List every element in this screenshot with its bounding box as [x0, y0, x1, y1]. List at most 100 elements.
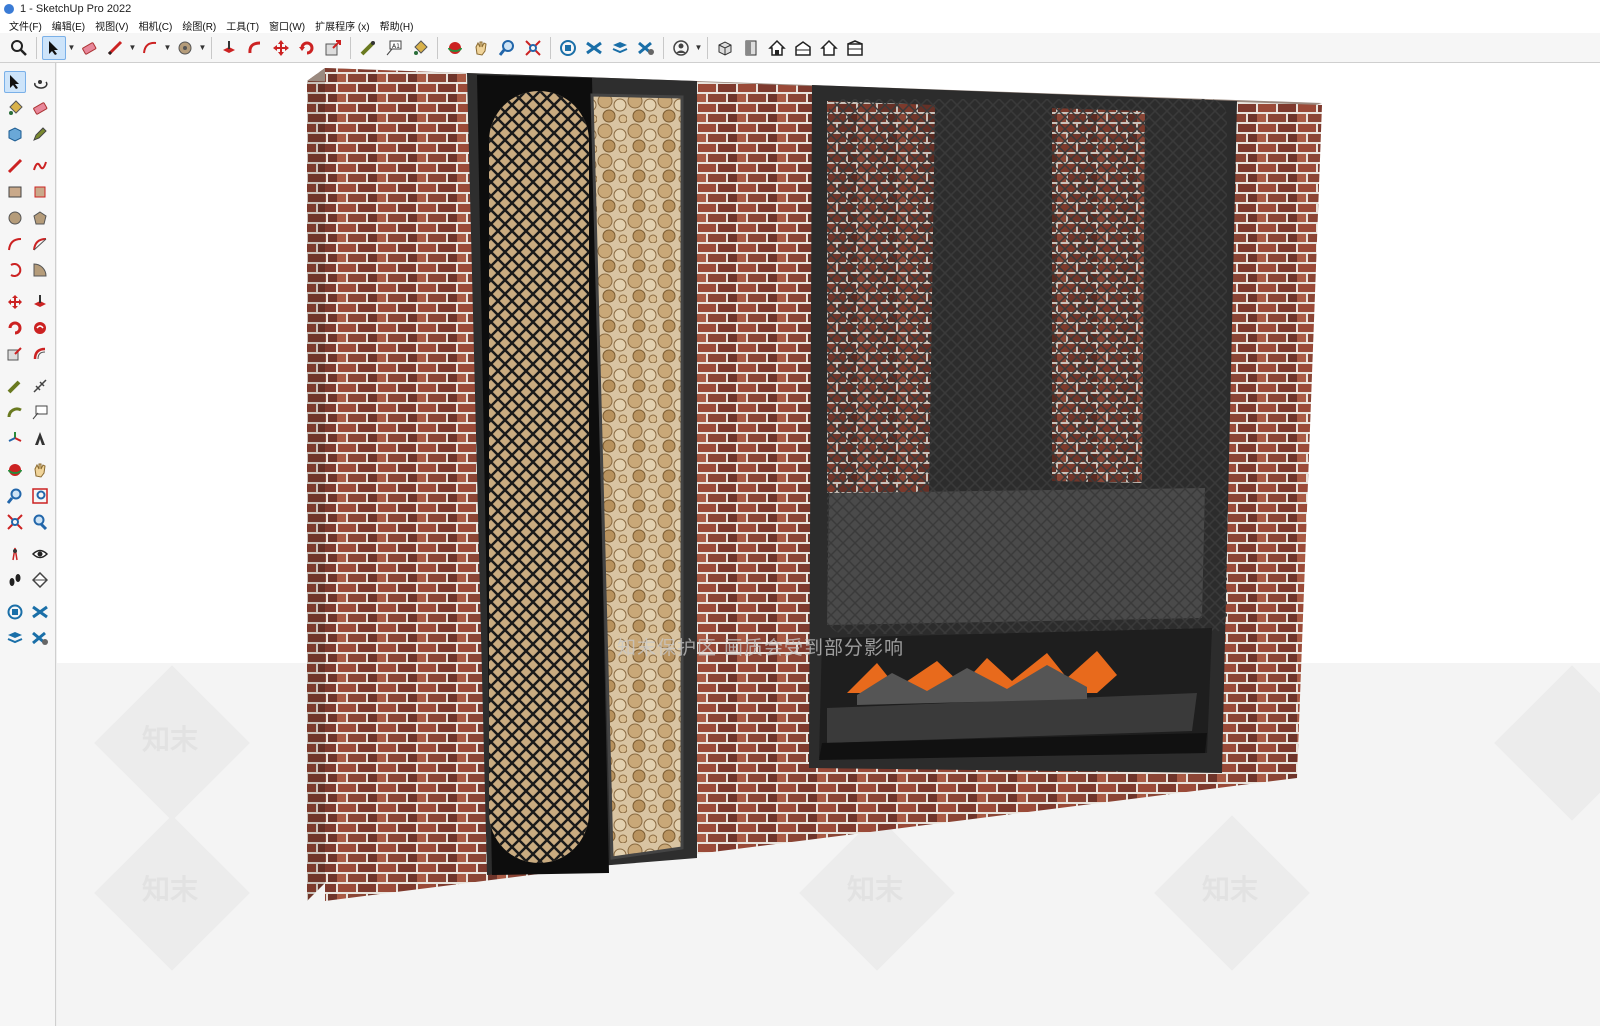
circle-icon[interactable]	[173, 36, 197, 60]
menu-camera[interactable]: 相机(C)	[133, 18, 177, 33]
polygon-icon[interactable]	[29, 207, 51, 229]
axes-icon[interactable]	[4, 427, 26, 449]
eraser-icon[interactable]	[29, 97, 51, 119]
zoom-extents-icon[interactable]	[521, 36, 545, 60]
arc-icon[interactable]	[4, 233, 26, 255]
paint-icon[interactable]	[408, 36, 432, 60]
extension-manager-icon[interactable]	[29, 627, 51, 649]
extension-manager-icon[interactable]	[634, 36, 658, 60]
menu-window[interactable]: 窗口(W)	[264, 18, 310, 33]
previous-view-icon[interactable]	[29, 511, 51, 533]
position-camera-icon[interactable]	[4, 543, 26, 565]
toolbar-separator	[550, 36, 551, 59]
arc-dropdown-icon[interactable]: ▼	[163, 36, 172, 60]
followme-icon[interactable]	[29, 317, 51, 339]
extension-warehouse-icon[interactable]	[29, 601, 51, 623]
menu-file[interactable]: 文件(F)	[4, 18, 47, 33]
toolbar-separator	[350, 36, 351, 59]
offset-icon[interactable]	[29, 343, 51, 365]
orbit-icon[interactable]	[443, 36, 467, 60]
menu-bar: 文件(F) 编辑(E) 视图(V) 相机(C) 绘图(R) 工具(T) 窗口(W…	[0, 17, 1600, 33]
toolbar-separator	[707, 36, 708, 59]
lookaround-icon[interactable]	[29, 543, 51, 565]
top-view-icon[interactable]	[739, 36, 763, 60]
menu-help[interactable]: 帮助(H)	[375, 18, 419, 33]
warehouse-icon[interactable]	[4, 601, 26, 623]
section-plane-icon[interactable]	[29, 569, 51, 591]
arc2-icon[interactable]	[29, 233, 51, 255]
back-view-icon[interactable]	[817, 36, 841, 60]
menu-extensions[interactable]: 扩展程序 (x)	[310, 18, 374, 33]
3dtext-icon[interactable]	[29, 427, 51, 449]
zoom-window-icon[interactable]	[29, 485, 51, 507]
pencil-dropdown-icon[interactable]: ▼	[128, 36, 137, 60]
paint-icon[interactable]	[4, 97, 26, 119]
profile-dropdown-icon[interactable]: ▼	[694, 36, 703, 60]
select-icon[interactable]	[4, 71, 26, 93]
scale-icon[interactable]	[321, 36, 345, 60]
component-icon[interactable]	[4, 123, 26, 145]
dimension-icon[interactable]	[29, 375, 51, 397]
main-toolbar: ▼ ▼ ▼ ▼ A1 ▼	[0, 33, 1600, 63]
menu-view[interactable]: 视图(V)	[90, 18, 133, 33]
eraser-icon[interactable]	[77, 36, 101, 60]
circle-icon[interactable]	[4, 207, 26, 229]
orbit2-icon[interactable]	[4, 459, 26, 481]
extension-warehouse-icon[interactable]	[582, 36, 606, 60]
layout-icon[interactable]	[4, 627, 26, 649]
tape-icon[interactable]	[356, 36, 380, 60]
pushpull-icon[interactable]	[29, 291, 51, 313]
menu-draw[interactable]: 绘图(R)	[177, 18, 221, 33]
left-view-icon[interactable]	[843, 36, 867, 60]
svg-text:A1: A1	[392, 43, 400, 50]
text-icon[interactable]: A1	[382, 36, 406, 60]
rotate-icon[interactable]	[4, 317, 26, 339]
followme-icon[interactable]	[243, 36, 267, 60]
toolbar-separator	[36, 36, 37, 59]
toolbar-separator	[211, 36, 212, 59]
move-icon[interactable]	[4, 291, 26, 313]
walk-icon[interactable]	[4, 569, 26, 591]
line-icon[interactable]	[4, 155, 26, 177]
right-view-icon[interactable]	[791, 36, 815, 60]
fireplace-model[interactable]	[57, 63, 1600, 1026]
select-dropdown-icon[interactable]: ▼	[67, 36, 76, 60]
arc3-icon[interactable]	[29, 259, 51, 281]
front-view-icon[interactable]	[765, 36, 789, 60]
search-icon[interactable]	[7, 36, 31, 60]
toolbar-separator	[437, 36, 438, 59]
text-icon[interactable]	[29, 401, 51, 423]
protractor-icon[interactable]	[4, 401, 26, 423]
layout-icon[interactable]	[608, 36, 632, 60]
profile-icon[interactable]	[669, 36, 693, 60]
zoom-extents-icon[interactable]	[4, 511, 26, 533]
warehouse-icon[interactable]	[556, 36, 580, 60]
zoom-icon[interactable]	[495, 36, 519, 60]
arc-icon[interactable]	[138, 36, 162, 60]
pencil-icon[interactable]	[103, 36, 127, 60]
shape-dropdown-icon[interactable]: ▼	[198, 36, 207, 60]
scale-icon[interactable]	[4, 343, 26, 365]
sketchup-app-icon	[4, 3, 14, 14]
pie-icon[interactable]	[4, 259, 26, 281]
iso-view-icon[interactable]	[713, 36, 737, 60]
freehand-icon[interactable]	[29, 155, 51, 177]
pan-icon[interactable]	[29, 459, 51, 481]
rotate-icon[interactable]	[295, 36, 319, 60]
pushpull-icon[interactable]	[217, 36, 241, 60]
move-icon[interactable]	[269, 36, 293, 60]
menu-edit[interactable]: 编辑(E)	[47, 18, 90, 33]
pan-icon[interactable]	[469, 36, 493, 60]
title-bar: 1 - SketchUp Pro 2022	[0, 0, 1600, 17]
menu-tools[interactable]: 工具(T)	[221, 18, 264, 33]
window-title: 1 - SketchUp Pro 2022	[20, 2, 132, 15]
tape-icon[interactable]	[4, 375, 26, 397]
protection-notice: 知末保护区 画质会受到部分影响	[617, 637, 905, 659]
zoom-icon[interactable]	[4, 485, 26, 507]
rectangle-icon[interactable]	[4, 181, 26, 203]
model-viewport[interactable]: 知末 知末 知末 知末 知末保护区 画质会受到部分影响	[57, 63, 1600, 1026]
orbit-icon[interactable]	[29, 71, 51, 93]
tag-icon[interactable]	[29, 123, 51, 145]
rotated-rect-icon[interactable]	[29, 181, 51, 203]
select-icon[interactable]	[42, 35, 66, 60]
